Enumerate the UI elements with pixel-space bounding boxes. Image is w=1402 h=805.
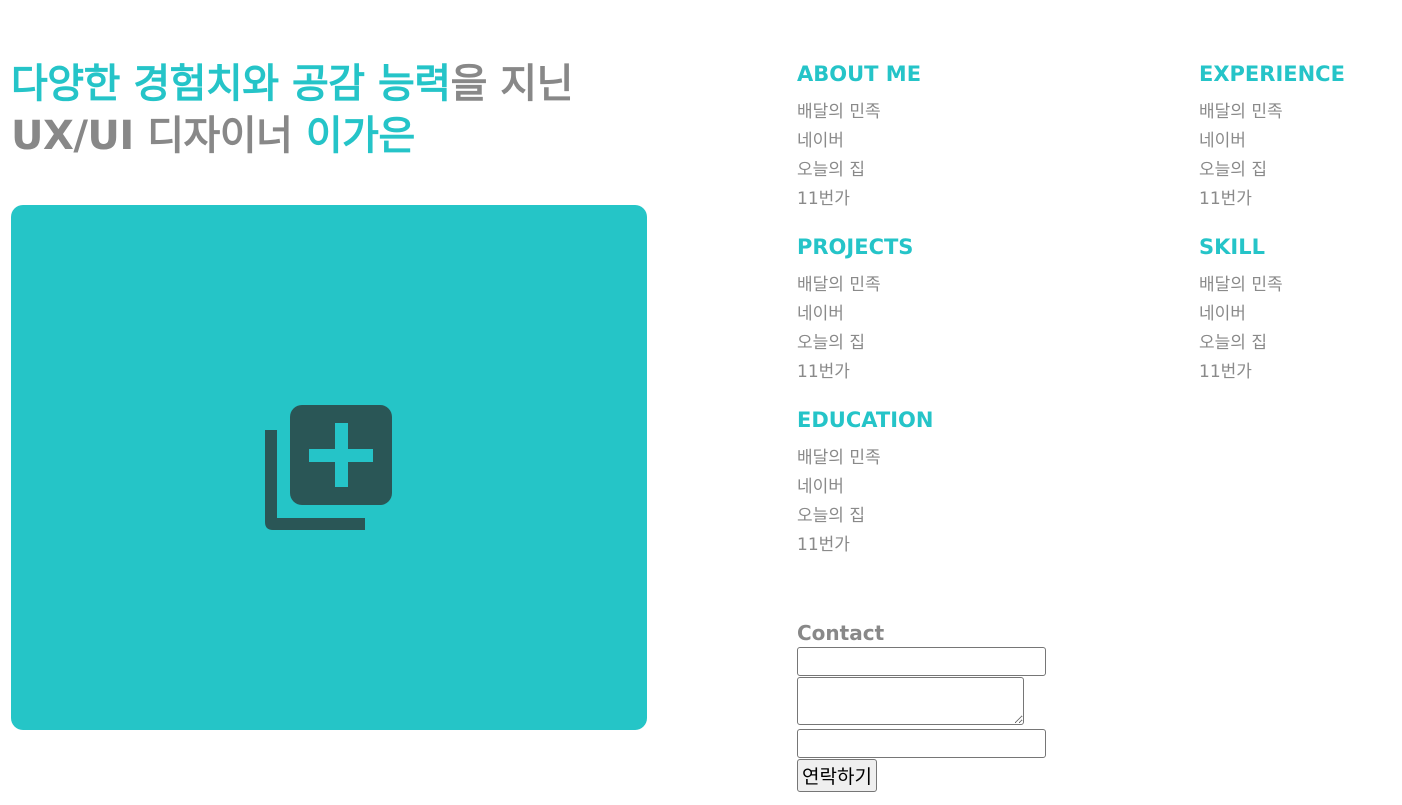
experience-list: 배달의 민족 네이버 오늘의 집 11번가 <box>1199 98 1399 214</box>
list-item[interactable]: 배달의 민족 <box>797 271 997 300</box>
list-item[interactable]: 네이버 <box>797 473 997 502</box>
list-item[interactable]: 오늘의 집 <box>797 156 997 185</box>
contact-email-input[interactable] <box>797 729 1046 758</box>
list-item[interactable]: 11번가 <box>797 531 997 560</box>
contact-title: Contact <box>797 621 885 645</box>
list-item[interactable]: 네이버 <box>1199 127 1399 156</box>
education-list: 배달의 민족 네이버 오늘의 집 11번가 <box>797 444 997 560</box>
section-heading-experience[interactable]: EXPERIENCE <box>1199 60 1399 88</box>
list-item[interactable]: 오늘의 집 <box>1199 156 1399 185</box>
section-projects: PROJECTS 배달의 민족 네이버 오늘의 집 11번가 <box>797 233 997 387</box>
list-item[interactable]: 오늘의 집 <box>797 329 997 358</box>
section-heading-skill[interactable]: SKILL <box>1199 233 1399 261</box>
list-item[interactable]: 배달의 민족 <box>1199 271 1399 300</box>
list-item[interactable]: 배달의 민족 <box>797 444 997 473</box>
list-item[interactable]: 오늘의 집 <box>1199 329 1399 358</box>
list-item[interactable]: 11번가 <box>797 185 997 214</box>
list-item[interactable]: 배달의 민족 <box>797 98 997 127</box>
list-item[interactable]: 11번가 <box>1199 358 1399 387</box>
projects-list: 배달의 민족 네이버 오늘의 집 11번가 <box>797 271 997 387</box>
hero-title: 다양한 경험치와 공감 능력을 지닌 UX/UI 디자이너 이가은 <box>11 58 573 162</box>
section-experience: EXPERIENCE 배달의 민족 네이버 오늘의 집 11번가 <box>1199 60 1399 214</box>
hero-title-role: UX/UI 디자이너 <box>11 113 306 159</box>
list-item[interactable]: 11번가 <box>1199 185 1399 214</box>
list-item[interactable]: 네이버 <box>797 300 997 329</box>
section-heading-education[interactable]: EDUCATION <box>797 406 997 434</box>
section-skill: SKILL 배달의 민족 네이버 오늘의 집 11번가 <box>1199 233 1399 387</box>
section-heading-about-me[interactable]: ABOUT ME <box>797 60 997 88</box>
list-item[interactable]: 배달의 민족 <box>1199 98 1399 127</box>
contact-message-textarea[interactable] <box>797 677 1024 725</box>
hero-title-text: 을 지닌 <box>450 61 574 107</box>
add-to-library-icon <box>265 405 392 530</box>
section-education: EDUCATION 배달의 민족 네이버 오늘의 집 11번가 <box>797 406 997 560</box>
list-item[interactable]: 네이버 <box>1199 300 1399 329</box>
hero-title-accent: 다양한 경험치와 공감 능력 <box>11 61 451 107</box>
hero-title-name: 이가은 <box>305 113 415 159</box>
contact-form: Contact 연락하기 <box>797 620 1057 792</box>
contact-submit-button[interactable]: 연락하기 <box>797 759 877 792</box>
contact-name-input[interactable] <box>797 647 1046 676</box>
list-item[interactable]: 11번가 <box>797 358 997 387</box>
list-item[interactable]: 네이버 <box>797 127 997 156</box>
section-about-me: ABOUT ME 배달의 민족 네이버 오늘의 집 11번가 <box>797 60 997 214</box>
skill-list: 배달의 민족 네이버 오늘의 집 11번가 <box>1199 271 1399 387</box>
list-item[interactable]: 오늘의 집 <box>797 502 997 531</box>
about-me-list: 배달의 민족 네이버 오늘의 집 11번가 <box>797 98 997 214</box>
section-heading-projects[interactable]: PROJECTS <box>797 233 997 261</box>
